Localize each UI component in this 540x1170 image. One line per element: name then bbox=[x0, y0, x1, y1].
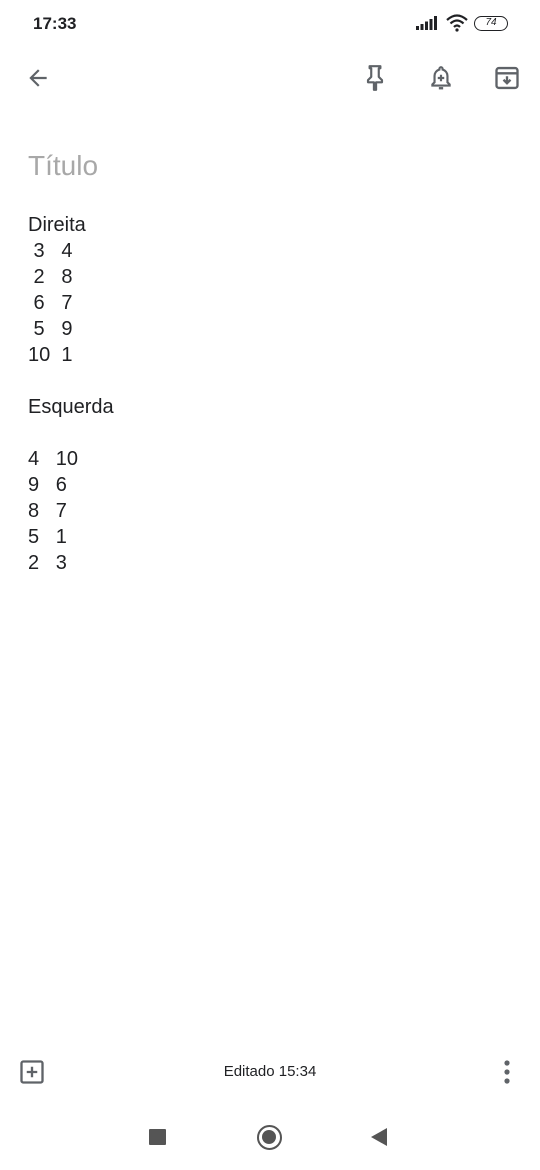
note-body-field[interactable]: Direita 3 4 2 8 6 7 5 9 10 1 Esquerda 4 … bbox=[28, 212, 508, 576]
signal-icon bbox=[416, 16, 437, 30]
more-options-button[interactable] bbox=[492, 1056, 522, 1088]
wifi-icon bbox=[446, 14, 468, 32]
system-nav-bar bbox=[0, 1112, 540, 1162]
back-button[interactable] bbox=[14, 52, 62, 104]
battery-icon: 74 bbox=[474, 16, 508, 31]
back-triangle-icon[interactable] bbox=[370, 1127, 388, 1147]
recents-square-icon[interactable] bbox=[149, 1129, 166, 1145]
reminder-button[interactable] bbox=[417, 52, 465, 104]
reminder-bell-icon bbox=[431, 66, 451, 90]
back-arrow-icon bbox=[29, 69, 47, 87]
home-circle-icon[interactable] bbox=[257, 1125, 282, 1150]
edited-timestamp: Editado 15:34 bbox=[223, 1063, 317, 1080]
pin-button[interactable] bbox=[351, 52, 399, 104]
note-toolbar bbox=[0, 52, 540, 108]
status-bar: 17:33 74 bbox=[0, 0, 540, 48]
archive-icon bbox=[495, 66, 519, 90]
status-time: 17:33 bbox=[33, 14, 77, 33]
archive-button[interactable] bbox=[483, 52, 531, 104]
pin-icon bbox=[366, 65, 384, 91]
more-vert-icon bbox=[504, 1060, 510, 1084]
note-title-field[interactable]: Título bbox=[28, 150, 98, 182]
note-bottom-bar: Editado 15:34 bbox=[0, 1046, 540, 1098]
